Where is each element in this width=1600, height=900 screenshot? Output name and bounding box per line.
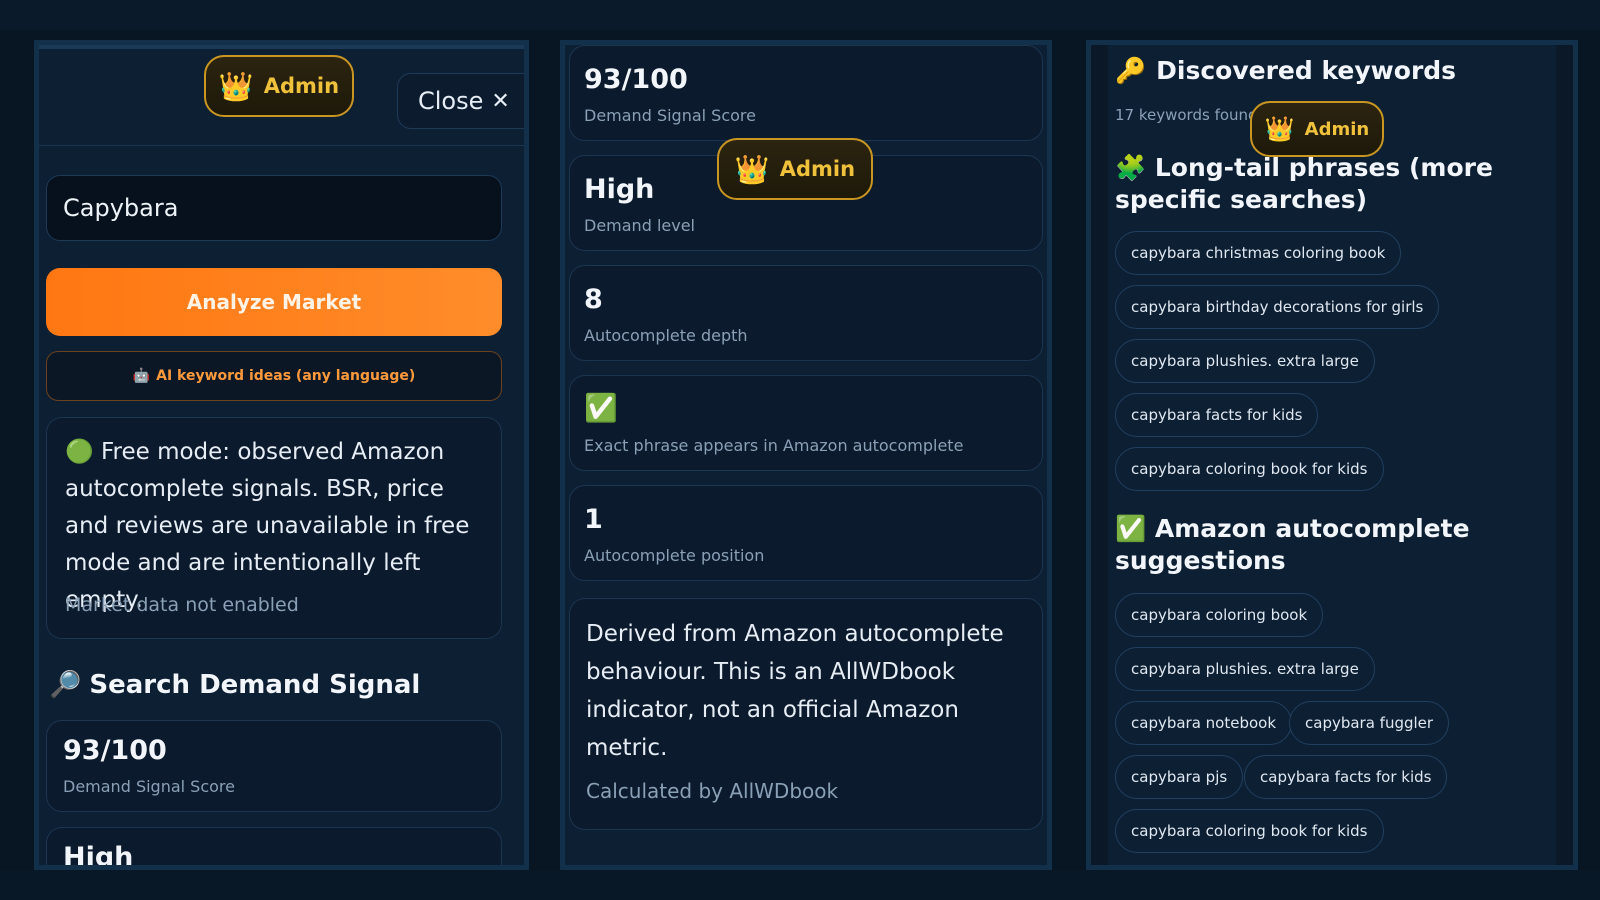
crown-icon: 👑: [734, 152, 770, 186]
discovered-keywords-heading: 🔑 Discovered keywords: [1115, 55, 1456, 87]
metric-label: Exact phrase appears in Amazon autocompl…: [584, 436, 964, 455]
long-tail-title: Long-tail phrases (more specific searche…: [1115, 153, 1493, 214]
panel-gutter: [1556, 45, 1573, 865]
bottom-edge: [0, 870, 1600, 900]
suggestion-chip[interactable]: capybara coloring book for kids: [1115, 809, 1384, 853]
keyword-chip[interactable]: capybara plushies. extra large: [1115, 339, 1375, 383]
keyword-count: 17 keywords found: [1115, 106, 1258, 124]
metric-card: 8 Autocomplete depth: [569, 265, 1043, 361]
close-icon: ✕: [491, 88, 510, 114]
metric-value: 1: [584, 504, 603, 535]
close-button[interactable]: Close ✕: [397, 73, 524, 129]
search-demand-heading: 🔎 Search Demand Signal: [49, 670, 420, 700]
free-mode-text: 🟢 Free mode: observed Amazon autocomplet…: [65, 434, 485, 619]
calculated-by-note: Calculated by AllWDbook: [586, 779, 839, 803]
puzzle-icon: 🧩: [1115, 153, 1147, 182]
metric-label: Autocomplete position: [584, 546, 765, 565]
metric-value: High: [584, 174, 655, 205]
search-input-value: Capybara: [63, 194, 179, 222]
analyze-market-button[interactable]: Analyze Market: [46, 268, 502, 336]
analyzer-panel: 👑 Admin Close ✕ Capybara Analyze Market …: [34, 40, 529, 870]
long-tail-heading: 🧩 Long-tail phrases (more specific searc…: [1115, 152, 1545, 216]
admin-badge: 👑 Admin: [1250, 101, 1384, 157]
ai-keyword-ideas-label: AI keyword ideas (any language): [156, 368, 416, 384]
check-icon: ✅: [584, 393, 618, 424]
demand-level-value: High: [63, 842, 134, 870]
admin-badge: 👑 Admin: [204, 55, 354, 117]
market-data-note: Market data not enabled: [65, 594, 299, 616]
suggestion-chip[interactable]: capybara facts for kids: [1244, 755, 1448, 799]
ai-keyword-ideas-button[interactable]: 🤖 AI keyword ideas (any language): [46, 351, 502, 401]
top-edge: [0, 0, 1600, 30]
suggestion-chip[interactable]: capybara notebook: [1115, 701, 1293, 745]
keyword-chip[interactable]: capybara coloring book for kids: [1115, 447, 1384, 491]
autocomplete-title: Amazon autocomplete suggestions: [1115, 514, 1470, 575]
metric-label: Autocomplete depth: [584, 326, 748, 345]
admin-badge-label: Admin: [263, 74, 340, 98]
suggestion-chip[interactable]: capybara coloring book: [1115, 593, 1324, 637]
metric-card: 1 Autocomplete position: [569, 485, 1043, 581]
indicator-note-card: Derived from Amazon autocomplete behavio…: [569, 598, 1043, 830]
autocomplete-heading: ✅ Amazon autocomplete suggestions: [1115, 513, 1545, 577]
admin-badge: 👑 Admin: [717, 138, 873, 200]
metric-value: 8: [584, 284, 603, 315]
crown-icon: 👑: [218, 69, 254, 103]
metric-label: Demand Signal Score: [584, 106, 756, 125]
suggestion-chip[interactable]: capybara plushies. extra large: [1115, 647, 1375, 691]
keyword-chip[interactable]: capybara facts for kids: [1115, 393, 1319, 437]
magnifier-icon: 🔎: [49, 670, 82, 700]
free-mode-description: Free mode: observed Amazon autocomplete …: [65, 439, 470, 613]
crown-icon: 👑: [1264, 115, 1295, 143]
indicator-note-text: Derived from Amazon autocomplete behavio…: [586, 621, 1004, 761]
check-icon: ✅: [1115, 514, 1147, 543]
keyword-chip[interactable]: capybara christmas coloring book: [1115, 231, 1402, 275]
close-button-label: Close: [418, 87, 484, 115]
keyword-chip[interactable]: capybara birthday decorations for girls: [1115, 285, 1440, 329]
metric-value: 93/100: [584, 64, 688, 95]
score-value: 93/100: [63, 735, 167, 766]
score-card: 93/100 Demand Signal Score: [46, 720, 502, 812]
robot-icon: 🤖: [132, 368, 151, 384]
demand-level-card: High: [46, 827, 502, 870]
free-mode-card: 🟢 Free mode: observed Amazon autocomplet…: [46, 417, 502, 639]
score-label: Demand Signal Score: [63, 777, 235, 796]
metric-card: ✅ Exact phrase appears in Amazon autocom…: [569, 375, 1043, 471]
panel-gutter: [1091, 45, 1108, 865]
metric-card: 93/100 Demand Signal Score: [569, 45, 1043, 141]
discovered-keywords-title: Discovered keywords: [1156, 56, 1457, 85]
search-demand-title: Search Demand Signal: [89, 670, 421, 700]
admin-badge-label: Admin: [1304, 118, 1370, 140]
search-input[interactable]: Capybara: [46, 175, 502, 241]
analyze-market-label: Analyze Market: [186, 290, 362, 314]
suggestion-chip[interactable]: capybara pjs: [1115, 755, 1244, 799]
key-icon: 🔑: [1115, 56, 1147, 85]
suggestion-chip[interactable]: capybara fuggler: [1289, 701, 1450, 745]
keywords-panel: 🔑 Discovered keywords 17 keywords found …: [1086, 40, 1578, 870]
panel-top-strip: [39, 45, 524, 49]
green-circle-icon: 🟢: [65, 439, 94, 465]
header-divider: [39, 145, 524, 146]
metrics-panel: 93/100 Demand Signal Score High Demand l…: [560, 40, 1052, 870]
metric-label: Demand level: [584, 216, 695, 235]
admin-badge-label: Admin: [779, 157, 856, 181]
